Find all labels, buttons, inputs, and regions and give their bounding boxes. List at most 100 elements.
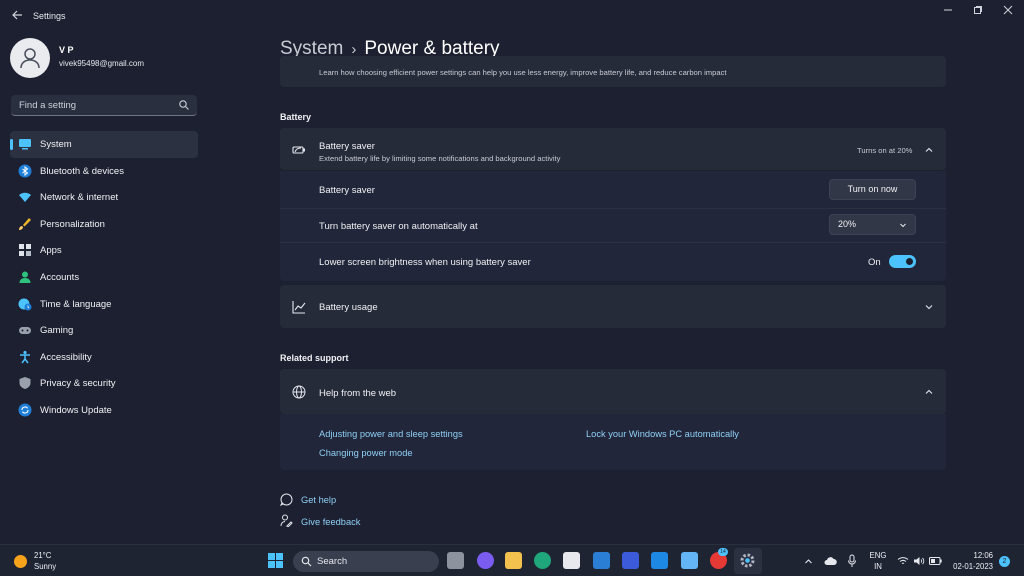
- sidebar-item-network[interactable]: Network & internet: [10, 184, 198, 211]
- store-icon[interactable]: [563, 552, 580, 569]
- app-icon[interactable]: [622, 552, 639, 569]
- back-arrow-icon[interactable]: [10, 9, 24, 23]
- chat-icon[interactable]: [477, 552, 494, 569]
- chevron-down-icon: [900, 223, 906, 228]
- user-email: vivek95498@gmail.com: [59, 59, 145, 68]
- clock-time[interactable]: 12:06: [948, 551, 993, 560]
- clock-date[interactable]: 02-01-2023: [948, 562, 993, 571]
- settings-taskbar-button[interactable]: [734, 548, 762, 574]
- search-icon: [301, 556, 312, 567]
- turn-on-now-button[interactable]: Turn on now: [829, 179, 916, 200]
- app-icon[interactable]: [681, 552, 698, 569]
- bluetooth-icon: [18, 164, 32, 178]
- user-name: V P: [59, 45, 74, 55]
- chrome-badge: 14: [718, 548, 728, 556]
- taskbar-search-label: Search: [317, 556, 348, 567]
- accessibility-icon: [20, 350, 30, 364]
- battery-saver-auto-row: Turn battery saver on automatically at 2…: [280, 208, 946, 242]
- battery-section-title: Battery: [280, 112, 312, 122]
- mail-icon[interactable]: [593, 552, 610, 569]
- energy-recommendation-card[interactable]: Learn how choosing efficient power setti…: [280, 56, 946, 87]
- chevron-up-icon[interactable]: [924, 145, 934, 155]
- chevron-down-icon[interactable]: [924, 302, 934, 312]
- edge-icon[interactable]: [534, 552, 551, 569]
- minimize-icon[interactable]: [938, 5, 958, 17]
- sidebar-item-gaming[interactable]: Gaming: [10, 317, 198, 344]
- chart-icon: [292, 301, 306, 314]
- battery-saver-icon: [292, 146, 305, 154]
- search-placeholder: Find a setting: [19, 100, 77, 111]
- microphone-icon[interactable]: [847, 554, 857, 568]
- sidebar-item-accounts[interactable]: Accounts: [10, 264, 198, 291]
- battery-threshold-dropdown[interactable]: 20%: [829, 214, 916, 235]
- sidebar-item-label: Personalization: [40, 218, 105, 230]
- search-input[interactable]: Find a setting: [11, 95, 197, 116]
- sidebar-item-bluetooth[interactable]: Bluetooth & devices: [10, 158, 198, 185]
- system-icon: [19, 139, 31, 150]
- sidebar-nav: System Bluetooth & devices Network & int…: [10, 131, 200, 424]
- sidebar-item-label: Windows Update: [40, 404, 112, 416]
- battery-saver-brightness-label: Lower screen brightness when using batte…: [319, 257, 531, 268]
- sidebar-item-label: Network & internet: [40, 192, 119, 204]
- battery-saver-header[interactable]: Battery saver Extend battery life by lim…: [280, 128, 946, 170]
- language-label[interactable]: ENG: [866, 551, 890, 560]
- app-icon[interactable]: [651, 552, 668, 569]
- related-support-title: Related support: [280, 353, 349, 363]
- gear-icon: [740, 553, 755, 568]
- sidebar-item-apps[interactable]: Apps: [10, 237, 198, 264]
- brightness-toggle[interactable]: [889, 255, 916, 268]
- avatar[interactable]: [10, 38, 50, 78]
- sidebar-item-system[interactable]: System: [10, 131, 198, 158]
- link-power-sleep[interactable]: Adjusting power and sleep settings: [319, 429, 463, 439]
- dropdown-value: 20%: [838, 219, 857, 229]
- sidebar-item-personalization[interactable]: Personalization: [10, 211, 198, 238]
- sidebar-item-label: Time & language: [40, 298, 112, 310]
- update-icon: [18, 403, 32, 417]
- sidebar-item-windows-update[interactable]: Windows Update: [10, 397, 198, 424]
- search-icon: [179, 100, 189, 110]
- help-from-web-header[interactable]: Help from the web: [280, 369, 946, 414]
- chevron-up-icon[interactable]: [924, 387, 934, 397]
- link-lock-pc[interactable]: Lock your Windows PC automatically: [586, 429, 739, 439]
- get-help-link[interactable]: Get help: [301, 495, 336, 505]
- link-power-mode[interactable]: Changing power mode: [319, 448, 413, 458]
- give-feedback-link[interactable]: Give feedback: [301, 517, 360, 527]
- battery-saver-subtitle: Extend battery life by limiting some not…: [319, 154, 561, 163]
- brush-icon: [19, 217, 31, 230]
- window-title: Settings: [33, 11, 66, 21]
- toggle-knob: [906, 258, 913, 265]
- help-links-panel: Adjusting power and sleep settings Lock …: [280, 414, 946, 470]
- chevron-up-icon[interactable]: [804, 557, 813, 566]
- sidebar-item-privacy[interactable]: Privacy & security: [10, 370, 198, 397]
- wifi-icon[interactable]: [897, 556, 909, 566]
- shield-icon: [19, 377, 31, 390]
- taskbar-search[interactable]: Search: [293, 551, 439, 572]
- user-profile[interactable]: V P vivek95498@gmail.com: [10, 38, 200, 80]
- sidebar-item-time-language[interactable]: Time & language: [10, 291, 198, 318]
- toggle-state-label: On: [868, 257, 881, 268]
- notification-badge[interactable]: 2: [999, 556, 1010, 567]
- volume-icon[interactable]: [913, 556, 925, 566]
- start-icon[interactable]: [267, 552, 284, 569]
- battery-saver-title: Battery saver: [319, 141, 375, 152]
- close-icon[interactable]: [998, 5, 1018, 17]
- taskbar: 21°C Sunny Search 14 ENG IN 12:06 02-01-…: [0, 544, 1024, 576]
- battery-icon[interactable]: [929, 557, 942, 565]
- battery-usage-card[interactable]: Battery usage: [280, 285, 946, 328]
- weather-temp[interactable]: 21°C: [34, 551, 51, 560]
- battery-saver-status: Turns on at 20%: [857, 146, 913, 155]
- globe-icon: [292, 385, 306, 399]
- sidebar-item-accessibility[interactable]: Accessibility: [10, 344, 198, 371]
- sidebar-item-label: Apps: [40, 245, 62, 257]
- help-from-web-title: Help from the web: [319, 388, 397, 399]
- task-view-icon[interactable]: [447, 552, 464, 569]
- weather-text[interactable]: Sunny: [34, 562, 56, 571]
- battery-saver-brightness-row: Lower screen brightness when using batte…: [280, 242, 946, 281]
- restore-icon[interactable]: [968, 5, 988, 17]
- sun-icon[interactable]: [13, 554, 28, 569]
- feedback-icon: [280, 514, 293, 527]
- cloud-icon[interactable]: [824, 556, 837, 566]
- region-label[interactable]: IN: [866, 562, 890, 571]
- sidebar-item-label: Accounts: [40, 271, 80, 283]
- file-explorer-icon[interactable]: [505, 552, 522, 569]
